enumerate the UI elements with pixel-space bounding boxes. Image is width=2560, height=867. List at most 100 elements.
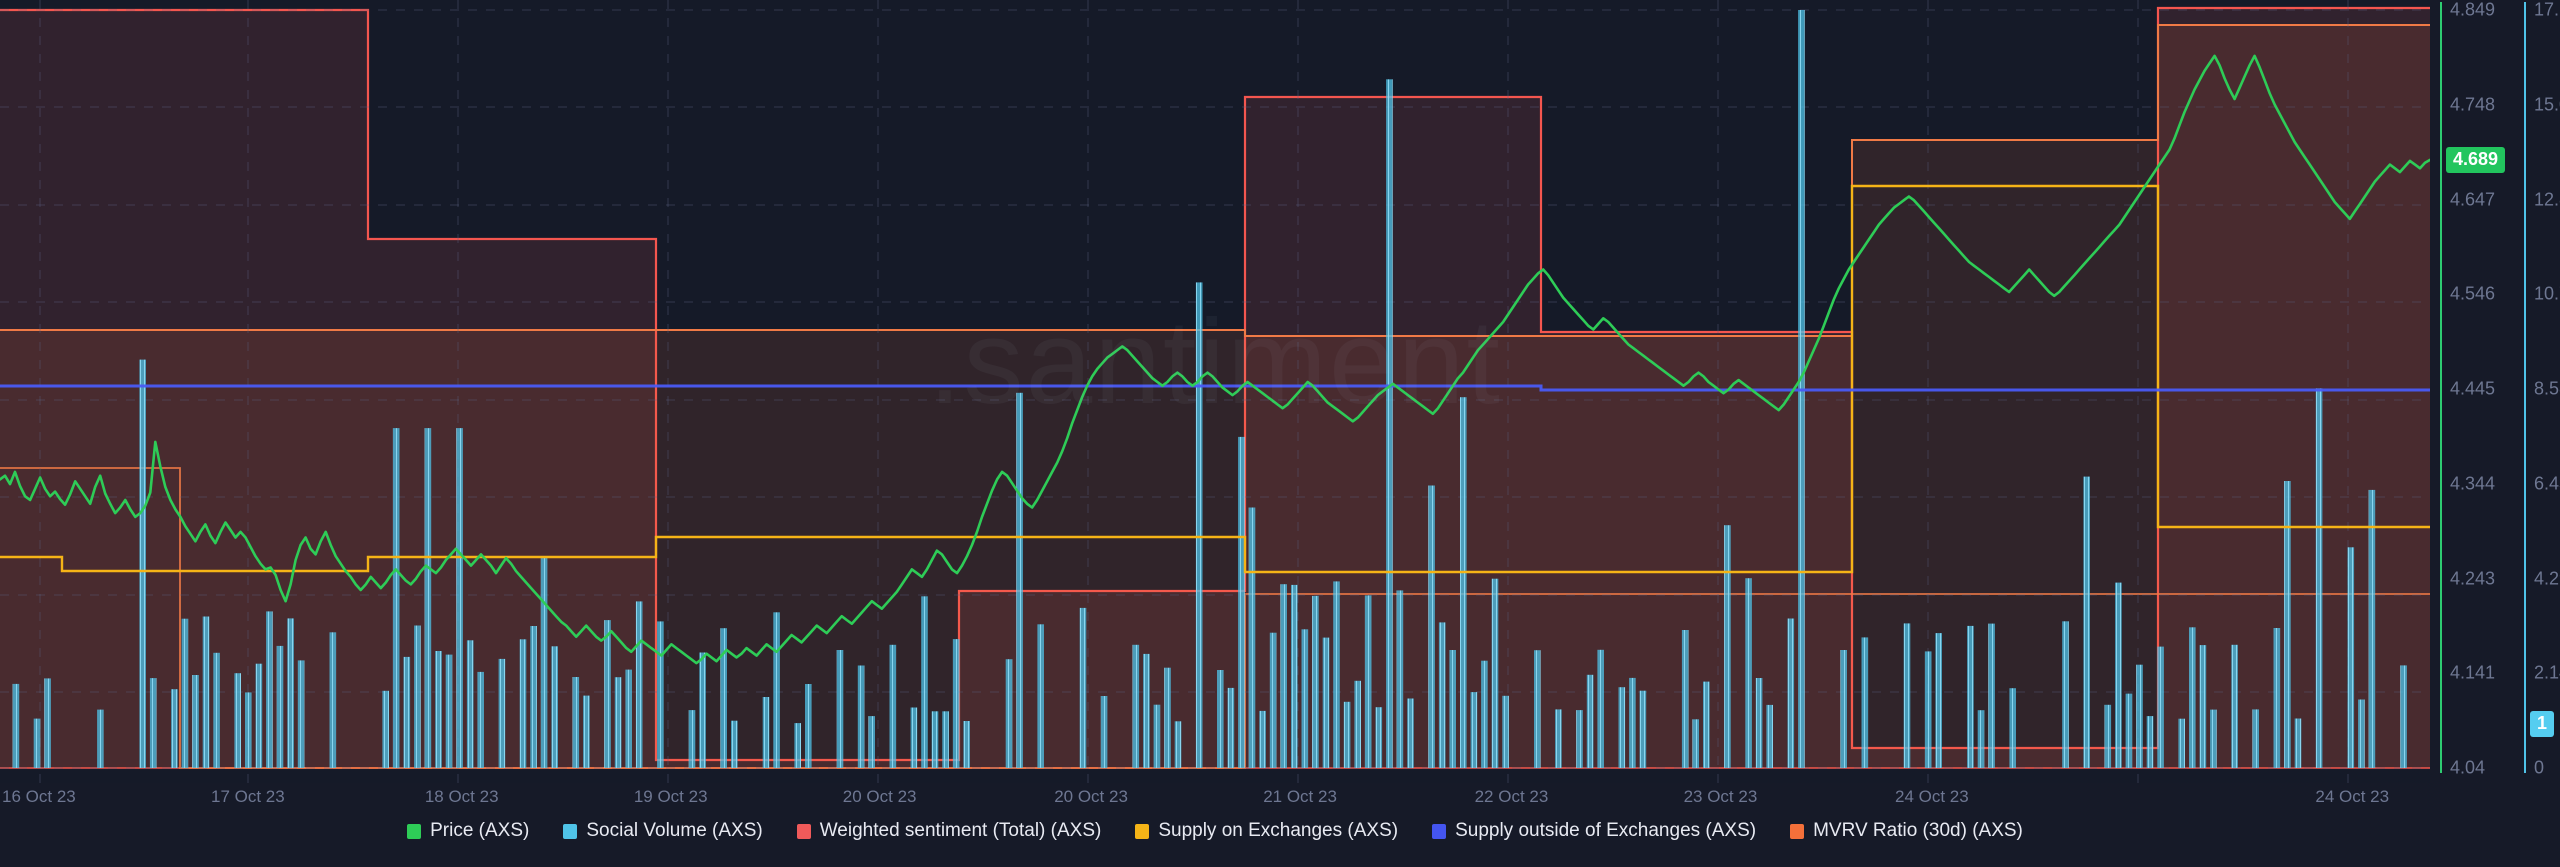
social-volume-bar[interactable] (1164, 667, 1171, 768)
social-volume-bar[interactable] (921, 596, 928, 768)
social-volume-bar[interactable] (403, 656, 411, 768)
social-volume-bar[interactable] (604, 620, 611, 768)
social-volume-bar[interactable] (805, 684, 812, 768)
social-volume-bar[interactable] (2315, 388, 2323, 768)
social-volume-bar[interactable] (1840, 650, 1847, 768)
social-volume-bar[interactable] (857, 665, 865, 769)
social-volume-bar[interactable] (1280, 584, 1287, 768)
social-volume-bar[interactable] (329, 632, 337, 768)
social-volume-bar[interactable] (234, 673, 241, 768)
social-volume-bar[interactable] (1438, 622, 1446, 768)
legend-item-supply_outside_exchanges[interactable]: Supply outside of Exchanges (AXS) (1432, 820, 1756, 842)
social-volume-bar[interactable] (456, 428, 463, 768)
social-volume-bar[interactable] (1618, 687, 1626, 768)
legend-item-supply_on_exchanges[interactable]: Supply on Exchanges (AXS) (1135, 820, 1398, 842)
social-volume-bar[interactable] (1903, 623, 1911, 768)
social-volume-bar[interactable] (1745, 578, 1752, 768)
legend-item-social_volume[interactable]: Social Volume (AXS) (563, 820, 763, 842)
social-volume-bar[interactable] (1143, 653, 1150, 768)
social-volume-bar[interactable] (424, 428, 432, 768)
social-volume-bar[interactable] (2136, 664, 2143, 768)
social-volume-bar[interactable] (1988, 623, 1995, 768)
social-volume-bar[interactable] (530, 626, 537, 768)
social-volume-bar[interactable] (392, 428, 400, 768)
social-volume-bar[interactable] (1692, 719, 1699, 768)
social-volume-bar[interactable] (1005, 659, 1013, 768)
social-volume-bar[interactable] (1354, 680, 1361, 768)
social-volume-bar[interactable] (2210, 709, 2217, 768)
social-volume-bar[interactable] (1639, 690, 1647, 768)
social-volume-bar[interactable] (2115, 582, 2122, 768)
social-volume-bar[interactable] (1322, 637, 1330, 768)
social-volume-bar[interactable] (1079, 607, 1087, 768)
social-volume-bar[interactable] (2231, 644, 2238, 768)
social-volume-bar[interactable] (519, 639, 527, 768)
social-volume-bar[interactable] (2157, 646, 2164, 768)
social-volume-bar[interactable] (1755, 678, 1763, 768)
social-volume-bar[interactable] (1343, 701, 1351, 768)
social-volume-bar[interactable] (1259, 710, 1266, 768)
social-volume-bar[interactable] (1195, 282, 1203, 768)
social-volume-bar[interactable] (1375, 707, 1383, 768)
social-volume-bar[interactable] (1016, 392, 1023, 768)
social-volume-bar[interactable] (1227, 687, 1235, 768)
social-volume-bar[interactable] (445, 654, 453, 768)
social-volume-bar[interactable] (382, 690, 389, 768)
social-volume-bar[interactable] (1407, 698, 1414, 769)
social-volume-bar[interactable] (2009, 688, 2016, 768)
social-volume-bar[interactable] (942, 711, 949, 768)
social-volume-bar[interactable] (931, 711, 939, 768)
social-volume-bar[interactable] (1924, 651, 1932, 768)
social-volume-bar[interactable] (1269, 632, 1277, 768)
social-volume-bar[interactable] (2146, 716, 2154, 768)
y-axis-price[interactable]: 4.849 4.748 4.647 4.546 4.445 4.344 4.243 4.141… (2440, 0, 2506, 783)
social-volume-bar[interactable] (1428, 485, 1435, 769)
social-volume-bar[interactable] (1491, 578, 1499, 768)
social-volume-bar[interactable] (202, 616, 210, 769)
social-volume-bar[interactable] (2294, 718, 2302, 769)
social-volume-bar[interactable] (435, 651, 442, 768)
social-volume-bar[interactable] (181, 618, 189, 768)
chart-plot-area[interactable]: .santiment (0, 0, 2430, 783)
social-volume-bar[interactable] (287, 618, 294, 768)
social-volume-bar[interactable] (614, 677, 622, 768)
social-volume-bar[interactable] (1364, 595, 1372, 768)
social-volume-bar[interactable] (773, 612, 780, 768)
social-volume-bar[interactable] (540, 556, 548, 768)
social-volume-bar[interactable] (1787, 618, 1795, 769)
social-volume-bar[interactable] (2125, 693, 2133, 768)
social-volume-bar[interactable] (1153, 704, 1161, 768)
social-volume-bar[interactable] (1217, 670, 1224, 768)
legend-item-price[interactable]: Price (AXS) (407, 820, 529, 842)
social-volume-bar[interactable] (2400, 665, 2407, 768)
social-volume-bar[interactable] (266, 611, 273, 768)
social-volume-bar[interactable] (1301, 629, 1309, 768)
social-volume-bar[interactable] (688, 710, 696, 768)
social-volume-bar[interactable] (149, 678, 157, 768)
social-volume-bar[interactable] (2252, 709, 2259, 768)
social-volume-bar[interactable] (1396, 590, 1404, 768)
social-volume-bar[interactable] (1470, 692, 1478, 768)
social-volume-bar[interactable] (1555, 709, 1562, 768)
social-volume-bar[interactable] (952, 639, 960, 768)
social-volume-bar[interactable] (2178, 718, 2185, 768)
social-volume-bar[interactable] (2273, 628, 2281, 768)
social-volume-bar[interactable] (1481, 660, 1488, 768)
social-volume-bar[interactable] (1291, 584, 1298, 768)
social-volume-bar[interactable] (868, 716, 875, 768)
social-volume-bar[interactable] (171, 689, 178, 768)
social-volume-bar[interactable] (213, 652, 220, 768)
social-volume-bar[interactable] (466, 640, 474, 768)
social-volume-bar[interactable] (1174, 721, 1182, 768)
social-volume-bar[interactable] (1703, 681, 1710, 768)
social-volume-bar[interactable] (699, 652, 706, 769)
social-volume-bar[interactable] (1629, 677, 1636, 768)
social-volume-bar[interactable] (1977, 710, 1985, 768)
social-volume-bar[interactable] (2104, 704, 2112, 768)
social-volume-bar[interactable] (1935, 633, 1942, 768)
social-volume-bar[interactable] (498, 658, 506, 768)
social-volume-bar[interactable] (963, 721, 970, 768)
social-volume-bar[interactable] (1586, 674, 1594, 768)
social-volume-bar[interactable] (255, 663, 263, 768)
social-volume-bar[interactable] (2062, 621, 2069, 768)
